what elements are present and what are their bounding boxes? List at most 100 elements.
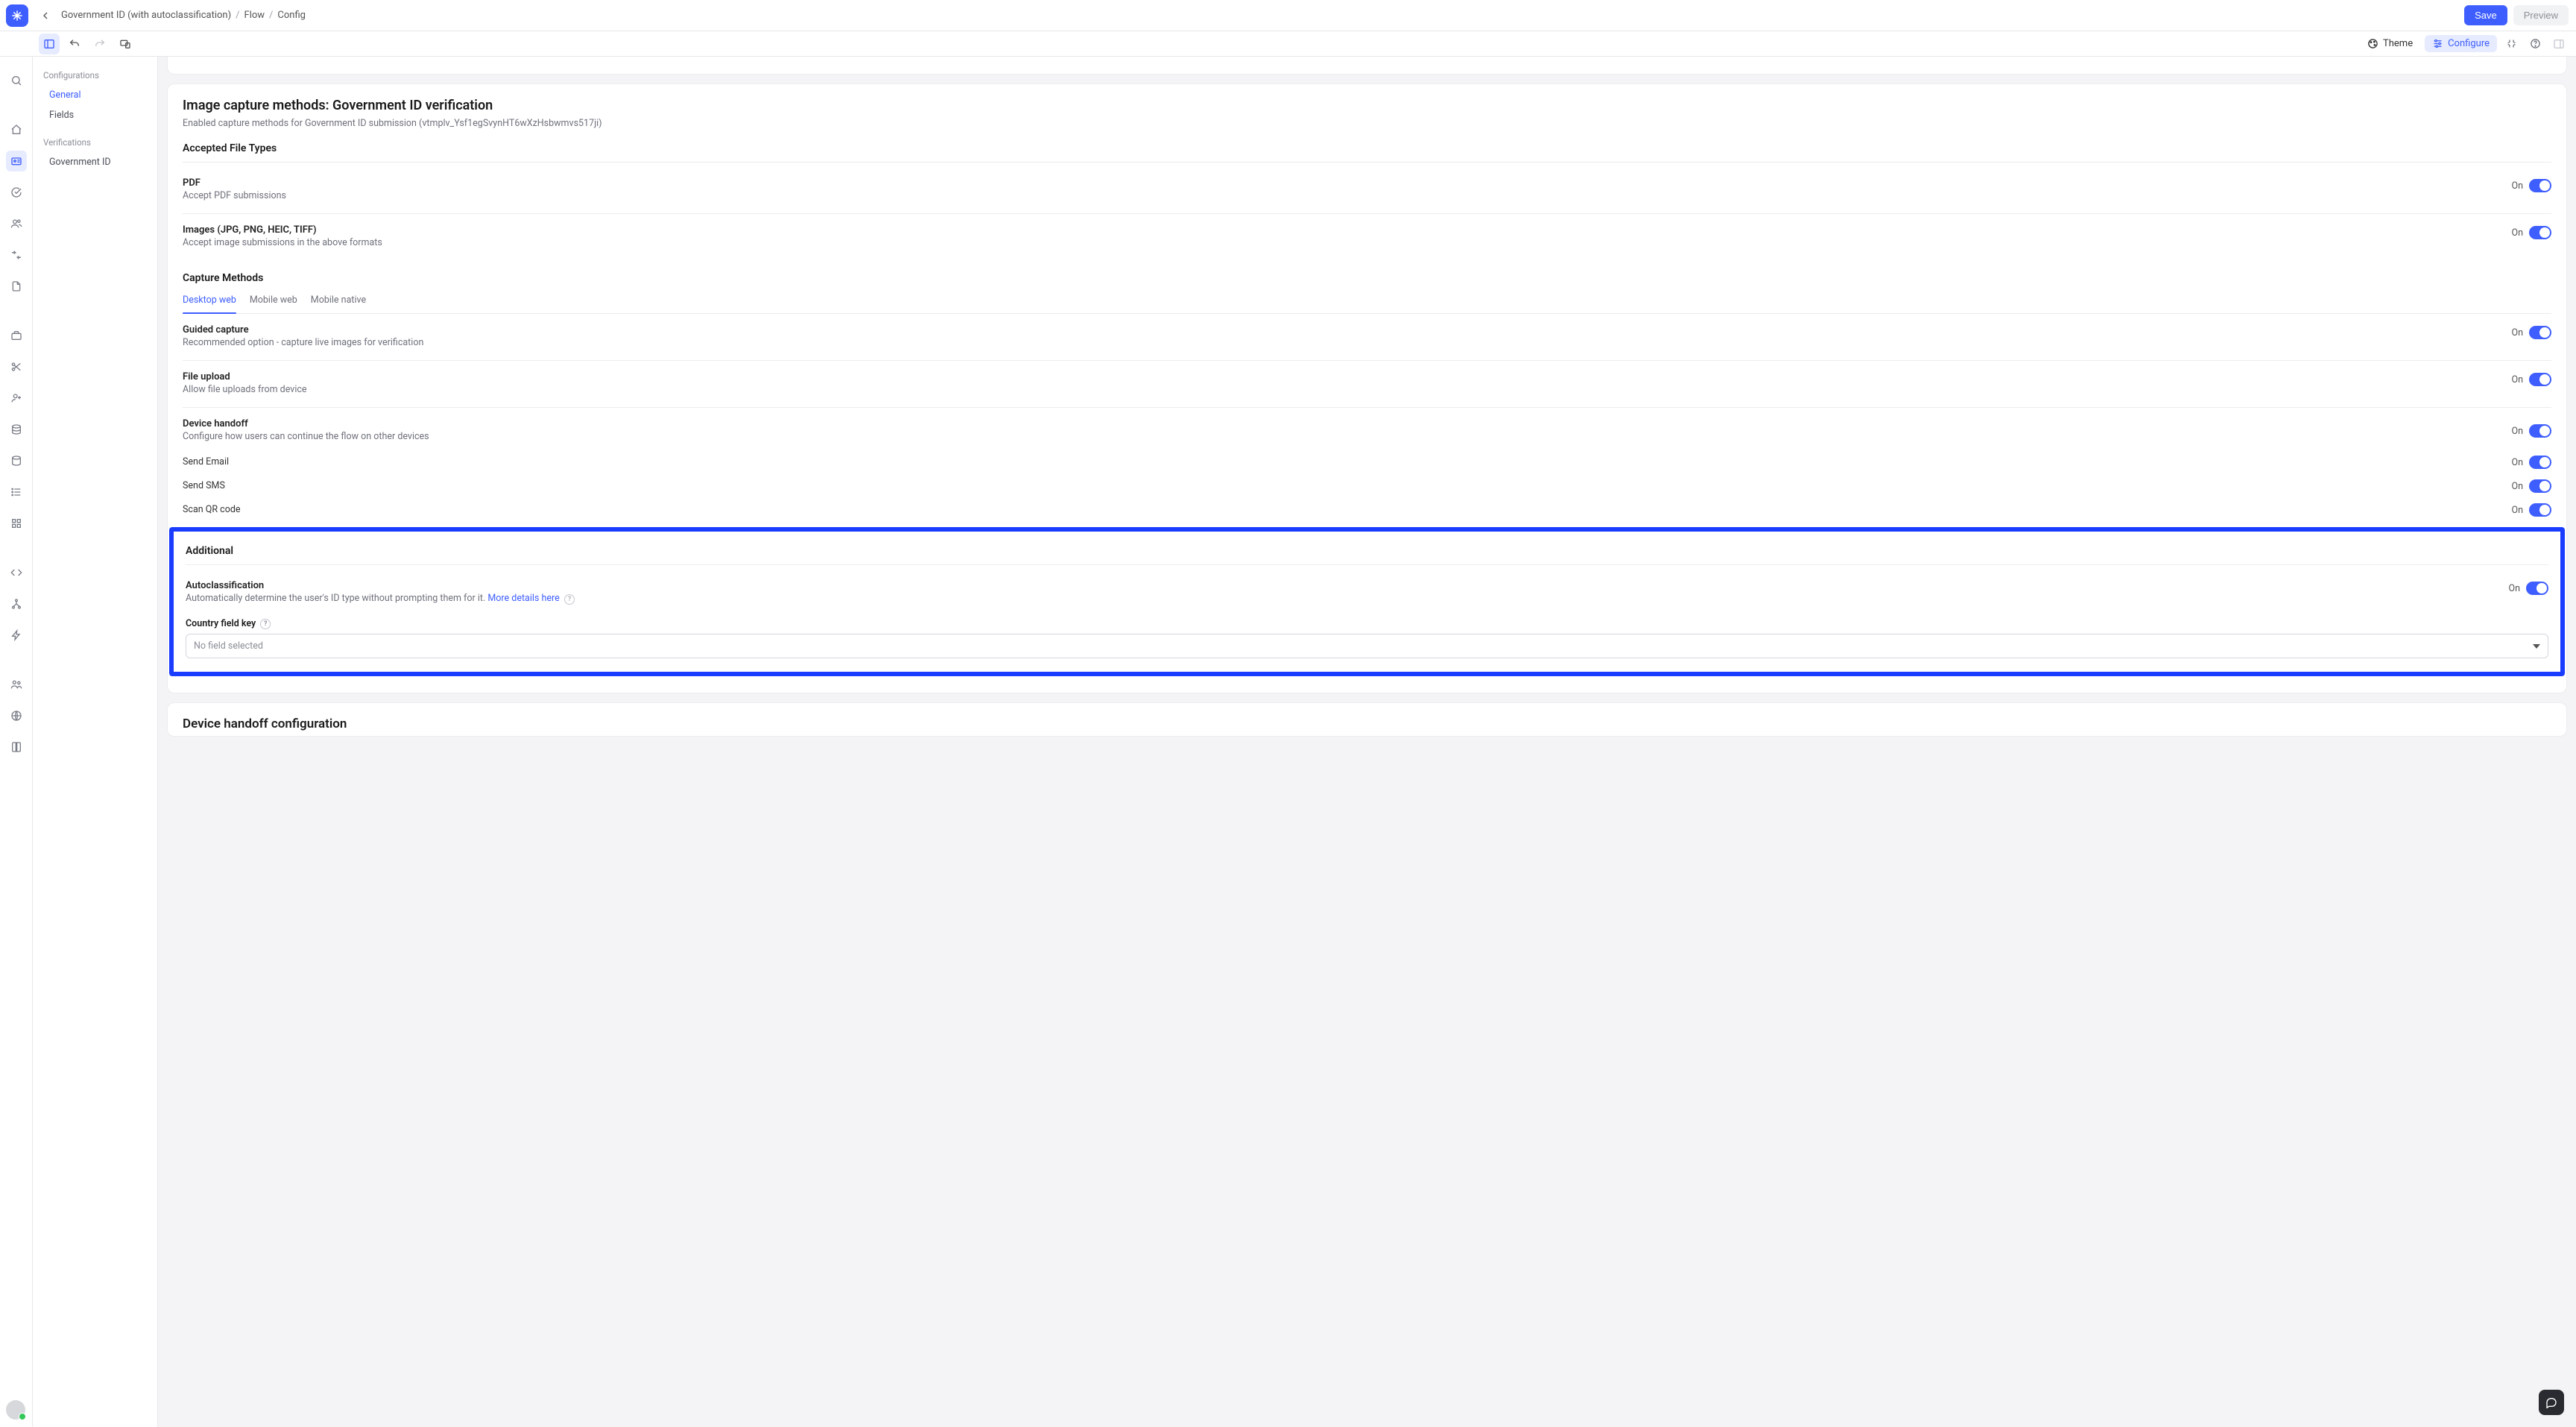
autoclass-more-details-link[interactable]: More details here [487,593,559,604]
pdf-toggle[interactable] [2529,179,2551,192]
save-button[interactable]: Save [2464,5,2507,25]
country-field-key-label: Country field key [186,618,256,629]
send-email-toggle[interactable] [2529,456,2551,469]
upload-toggle[interactable] [2529,373,2551,386]
user-plus-icon[interactable] [6,388,27,409]
send-sms-toggle[interactable] [2529,479,2551,493]
guided-label: Guided capture [183,324,423,336]
panel-item-general[interactable]: General [43,86,150,104]
capture-method-tabs: Desktop web Mobile web Mobile native [183,289,2551,314]
theme-button[interactable]: Theme [2360,35,2420,52]
guided-desc: Recommended option - capture live images… [183,337,423,348]
row-scan-qr: Scan QR code On [183,497,2551,521]
main-canvas: Image capture methods: Government ID ver… [158,57,2576,1427]
images-toggle-state: On [2511,227,2523,239]
grid-icon[interactable] [6,513,27,534]
handoff-toggle[interactable] [2529,424,2551,438]
flow-icon[interactable] [6,245,27,265]
row-send-sms: Send SMS On [183,473,2551,497]
book-icon[interactable] [6,737,27,757]
send-sms-label: Send SMS [183,480,225,491]
globe-icon[interactable] [6,705,27,726]
breadcrumb-flow[interactable]: Flow [244,10,265,21]
bolt-icon[interactable] [6,625,27,646]
verifications-heading: Verifications [43,137,150,148]
device-preview-button[interactable] [115,34,136,54]
list-icon[interactable] [6,482,27,503]
configure-button[interactable]: Configure [2425,35,2497,52]
pdf-toggle-state: On [2511,180,2523,192]
panel-item-fields[interactable]: Fields [43,107,150,124]
avatar[interactable] [6,1400,25,1420]
tab-desktop-web[interactable]: Desktop web [183,289,236,313]
breadcrumb-root[interactable]: Government ID (with autoclassification) [61,10,231,21]
handoff-desc: Configure how users can continue the flo… [183,431,429,442]
guided-toggle[interactable] [2529,326,2551,339]
left-nav-rail [0,57,33,1427]
autoclass-toggle[interactable] [2526,582,2548,595]
document-icon[interactable] [6,276,27,297]
tree-icon[interactable] [6,593,27,614]
scissors-icon[interactable] [6,356,27,377]
setting-guided-capture: Guided capture Recommended option - capt… [183,314,2551,361]
chevron-down-icon [2533,644,2540,649]
upload-desc: Allow file uploads from device [183,384,307,395]
setting-autoclassification: Autoclassification Automatically determi… [186,570,2548,609]
keyboard-shortcuts-button[interactable] [2501,34,2521,54]
users-icon[interactable] [6,213,27,234]
database2-icon[interactable] [6,450,27,471]
images-label: Images (JPG, PNG, HEIC, TIFF) [183,224,382,236]
id-card-icon[interactable] [6,151,27,171]
people-icon[interactable] [6,674,27,695]
autoclass-desc: Automatically determine the user's ID ty… [186,593,575,605]
configure-label: Configure [2448,38,2490,49]
app-logo[interactable] [6,4,28,27]
breadcrumb: Government ID (with autoclassification) … [61,10,306,21]
autoclass-label: Autoclassification [186,580,575,591]
scan-qr-label: Scan QR code [183,504,241,515]
preview-button: Preview [2513,5,2569,25]
tab-mobile-web[interactable]: Mobile web [250,289,297,313]
chat-fab-button[interactable] [2539,1390,2564,1415]
search-icon[interactable] [6,70,27,91]
previous-card-tail [167,57,2567,75]
scan-qr-toggle[interactable] [2529,503,2551,517]
undo-button[interactable] [64,34,85,54]
autoclass-help-icon[interactable]: ? [564,594,575,605]
handoff-toggle-state: On [2511,426,2523,437]
device-handoff-config-title: Device handoff configuration [183,716,2551,731]
setting-pdf: PDF Accept PDF submissions On [183,167,2551,214]
code-icon[interactable] [6,562,27,583]
guided-toggle-state: On [2511,327,2523,338]
country-field-help-icon[interactable]: ? [260,619,271,629]
redo-button [89,34,110,54]
row-send-email: Send Email On [183,450,2551,473]
left-panel-toggle-button[interactable] [39,34,60,54]
back-button[interactable] [34,4,57,27]
additional-heading: Additional [186,545,2548,557]
tab-mobile-native[interactable]: Mobile native [311,289,366,313]
home-icon[interactable] [6,119,27,140]
right-panel-toggle-button[interactable] [2549,34,2569,54]
pdf-desc: Accept PDF submissions [183,190,286,201]
country-field-key-select[interactable]: No field selected [186,634,2548,658]
images-desc: Accept image submissions in the above fo… [183,237,382,248]
settings-side-panel: Configurations General Fields Verificati… [33,57,158,1427]
panel-item-government-id[interactable]: Government ID [43,154,150,171]
help-button[interactable] [2525,34,2545,54]
accepted-file-types-heading: Accepted File Types [183,142,2551,154]
check-circle-icon[interactable] [6,182,27,203]
database-icon[interactable] [6,419,27,440]
images-toggle[interactable] [2529,226,2551,239]
image-capture-subtext: Enabled capture methods for Government I… [183,118,2551,129]
upload-toggle-state: On [2511,374,2523,385]
setting-images: Images (JPG, PNG, HEIC, TIFF) Accept ima… [183,214,2551,260]
image-capture-card: Image capture methods: Government ID ver… [167,84,2567,693]
capture-methods-heading: Capture Methods [183,272,2551,284]
briefcase-icon[interactable] [6,325,27,346]
configurations-heading: Configurations [43,70,150,81]
breadcrumb-config[interactable]: Config [277,10,306,21]
setting-file-upload: File upload Allow file uploads from devi… [183,361,2551,408]
pdf-label: PDF [183,177,286,189]
additional-highlight-region: Additional Autoclassification Automatica… [169,527,2565,676]
